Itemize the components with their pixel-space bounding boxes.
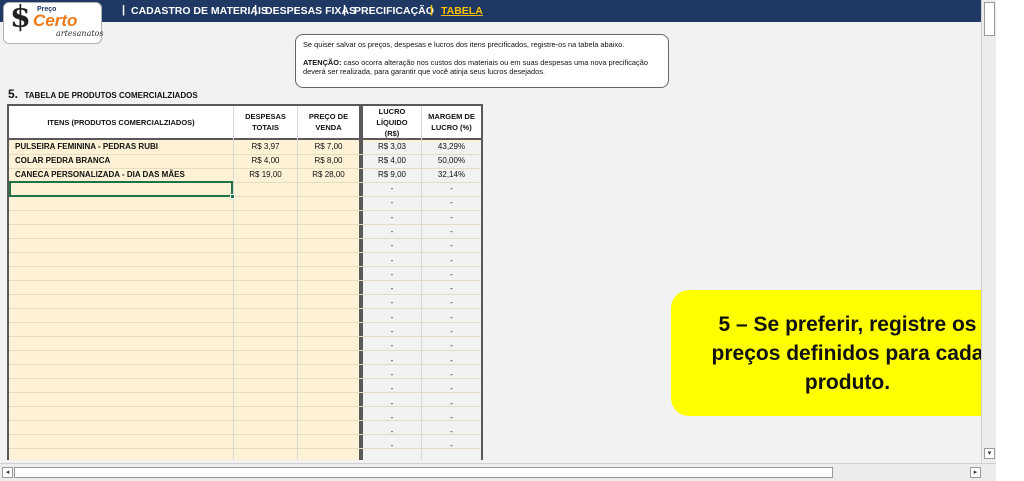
cell-item[interactable]: COLAR PEDRA BRANCA	[15, 154, 110, 168]
nav-cadastro-materiais[interactable]: CADASTRO DE MATERIAIS	[131, 5, 268, 17]
vertical-scroll-thumb[interactable]	[984, 2, 995, 36]
top-nav-bar: | CADASTRO DE MATERIAIS | DESPESAS FIXAS…	[0, 0, 981, 22]
scroll-right-arrow-icon[interactable]: ▸	[970, 467, 981, 478]
cell-margem-empty: -	[450, 356, 453, 365]
cell-despesas[interactable]: R$ 3,97	[234, 140, 297, 154]
cell-lucro-empty: -	[390, 284, 394, 293]
cell-lucro-empty: -	[390, 427, 394, 436]
cell-margem-empty: -	[450, 256, 453, 265]
cell-margem-empty: -	[450, 241, 453, 250]
cell-item[interactable]: PULSEIRA FEMININA - PEDRAS RUBI	[15, 140, 158, 154]
header-preco-venda: PREÇO DE VENDA	[298, 106, 359, 140]
section-number: 5.	[8, 87, 19, 101]
cell-margem-empty: -	[422, 454, 481, 460]
cell-lucro-empty: -	[390, 298, 394, 307]
cell-item[interactable]: CANECA PERSONALIZADA - DIA DAS MÃES	[15, 168, 185, 182]
fill-handle[interactable]	[230, 194, 235, 199]
horizontal-scrollbar[interactable]: ◂ ▸	[0, 463, 996, 481]
attention-message: caso ocorra alteração nos custos dos mat…	[303, 57, 648, 77]
scroll-left-arrow-icon[interactable]: ◂	[2, 467, 13, 478]
cell-lucro-empty: -	[390, 241, 394, 250]
logo-certo-text: Certo	[33, 11, 78, 30]
cell-lucro-empty: -	[390, 441, 394, 450]
cell-margem-empty: -	[450, 341, 453, 350]
cell-margem-empty: -	[450, 370, 453, 379]
header-margem-lucro: MARGEM DE LUCRO (%)	[422, 106, 481, 140]
logo-artesanatos-text: artesanatos	[56, 29, 104, 38]
cell-lucro-empty: -	[390, 327, 394, 336]
instruction-callout: 5 – Se preferir, registre os preços defi…	[671, 290, 1024, 416]
attention-label: ATENÇÃO:	[303, 57, 342, 67]
cell-lucro-empty: -	[390, 356, 394, 365]
nav-precificacao[interactable]: PRECIFICAÇÃO	[354, 5, 434, 17]
cell-lucro-empty: -	[390, 370, 394, 379]
vertical-scrollbar[interactable]: ▾	[981, 0, 996, 463]
nav-separator: |	[430, 4, 434, 16]
cell-lucro-empty: -	[390, 313, 394, 322]
cell-lucro-empty: -	[390, 227, 394, 236]
cell-lucro-empty: -	[390, 384, 394, 393]
nav-separator: |	[254, 4, 258, 16]
cell-margem-empty: -	[450, 384, 453, 393]
cell-lucro-empty: -	[390, 198, 394, 207]
window-edge	[996, 0, 1024, 481]
cell-margem: 43,29%	[437, 142, 466, 151]
cell-margem: 32,14%	[437, 170, 466, 179]
cell-margem-empty: -	[450, 213, 453, 222]
cell-margem-empty: -	[450, 184, 453, 193]
cell-lucro-empty: -	[390, 341, 394, 350]
cell-margem-empty: -	[450, 198, 453, 207]
cell-preco[interactable]: R$ 7,00	[298, 140, 359, 154]
cell-margem-empty: -	[450, 427, 453, 436]
cell-lucro-empty: -	[390, 256, 394, 265]
cell-margem-empty: -	[450, 270, 453, 279]
cell-despesas[interactable]: R$ 4,00	[234, 154, 297, 168]
cell-lucro: R$ 3,03	[377, 142, 407, 151]
cell-margem-empty: -	[450, 227, 453, 236]
cell-lucro-empty: -	[363, 454, 421, 460]
cell-margem-empty: -	[450, 313, 453, 322]
cell-margem-empty: -	[450, 327, 453, 336]
app-logo: $ Preço Certo artesanatos	[3, 0, 104, 44]
cell-lucro-empty: -	[390, 213, 394, 222]
selected-cell[interactable]	[9, 181, 235, 199]
cell-lucro-empty: -	[390, 399, 394, 408]
cell-lucro: R$ 9,00	[377, 170, 407, 179]
info-save-text: Se quiser salvar os preços, despesas e l…	[303, 40, 625, 49]
nav-separator: |	[122, 4, 126, 16]
spreadsheet-app: | CADASTRO DE MATERIAIS | DESPESAS FIXAS…	[0, 0, 1024, 481]
info-attention-text: ATENÇÃO: caso ocorra alteração nos custo…	[303, 58, 661, 77]
nav-tabela[interactable]: TABELA	[441, 5, 483, 17]
cell-lucro: R$ 4,00	[377, 156, 407, 165]
info-box: Se quiser salvar os preços, despesas e l…	[295, 34, 669, 88]
products-table: ITENS (PRODUTOS COMERCIALZIADOS) DESPESA…	[7, 104, 483, 460]
horizontal-scroll-thumb[interactable]	[14, 467, 833, 478]
header-item: ITENS (PRODUTOS COMERCIALZIADOS)	[9, 106, 233, 140]
cell-lucro-empty: -	[390, 413, 394, 422]
scroll-down-arrow-icon[interactable]: ▾	[984, 448, 995, 459]
cell-margem-empty: -	[450, 441, 453, 450]
section-title: 5. TABELA DE PRODUTOS COMERCIALZIADOS	[8, 85, 198, 103]
section-title-text: TABELA DE PRODUTOS COMERCIALZIADOS	[24, 91, 198, 100]
cell-margem-empty: -	[450, 413, 453, 422]
cell-despesas[interactable]: R$ 19,00	[234, 168, 297, 182]
header-lucro-liquido: LUCRO LÍQUIDO (R$)	[363, 106, 421, 140]
cell-lucro-empty: -	[390, 270, 394, 279]
cell-preco[interactable]: R$ 8,00	[298, 154, 359, 168]
cell-margem: 50,00%	[437, 156, 466, 165]
logo-dollar-symbol: $	[10, 0, 31, 35]
cell-lucro-empty: -	[390, 184, 394, 193]
nav-separator: |	[343, 4, 347, 16]
cell-margem-empty: -	[450, 399, 453, 408]
cell-margem-empty: -	[450, 284, 453, 293]
cell-margem-empty: -	[450, 298, 453, 307]
header-despesas-totais: DESPESAS TOTAIS	[234, 106, 297, 140]
cell-preco[interactable]: R$ 28,00	[298, 168, 359, 182]
